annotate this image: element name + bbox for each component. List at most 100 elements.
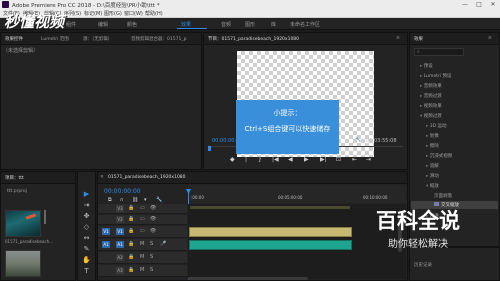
workspace-graphics[interactable]: 图形 [245, 21, 255, 28]
go-to-in-button[interactable]: |◀ [272, 156, 279, 163]
track-label-a1[interactable]: A1 [116, 241, 124, 248]
tree-item-audio-transitions[interactable]: ▸ 音频过渡 [420, 93, 442, 99]
eye-icon[interactable]: 👁 [150, 228, 156, 234]
track-label-v2[interactable]: V2 [116, 216, 124, 223]
track-label-v1[interactable]: V1 [116, 228, 124, 235]
mute-button[interactable]: M [140, 254, 144, 260]
sync-icon[interactable]: ▭ [140, 205, 145, 211]
lock-icon[interactable]: 🔒 [128, 205, 134, 211]
track-select-tool-icon[interactable]: ⇥ [78, 201, 95, 209]
panel-menu-icon[interactable]: ≡ [488, 36, 492, 41]
lift-button[interactable]: ⇤ [352, 156, 357, 163]
tree-item-page-peel[interactable]: 页面剥落 [434, 193, 452, 199]
mark-out-button[interactable]: } [258, 156, 262, 163]
tab-source[interactable]: 源：（无剪辑） [83, 36, 112, 42]
program-playhead[interactable] [208, 146, 211, 151]
menu-help[interactable]: 帮助(H) [145, 10, 163, 17]
workspace-editing[interactable]: 编辑 [98, 21, 108, 28]
hand-tool-icon[interactable]: ✋ [78, 256, 95, 264]
tab-effect-controls[interactable]: 效果控件 [5, 36, 23, 42]
clip-name[interactable]: 01571_paradisebeach... [5, 239, 53, 244]
effects-search-input[interactable]: ⌕ [414, 48, 464, 56]
type-tool-icon[interactable]: T [78, 267, 95, 275]
tree-item-audio-effects[interactable]: ▸ 音频效果 [420, 83, 442, 89]
workspace-audio[interactable]: 音频 [221, 21, 231, 28]
tab-project[interactable]: 项目：ttt [5, 175, 24, 181]
menu-sequence[interactable]: 序列(S) [64, 10, 81, 17]
tab-lumetri-scopes[interactable]: Lumetri 范围 [41, 36, 69, 42]
maximize-button[interactable]: □ [472, 0, 486, 9]
close-button[interactable]: ✕ [486, 0, 500, 9]
video-clip-v1[interactable] [189, 227, 352, 237]
audio-clip-a1[interactable] [189, 240, 352, 250]
lock-icon[interactable]: 🔒 [128, 216, 134, 222]
mute-button[interactable]: M [140, 267, 144, 273]
razor-tool-icon[interactable]: ◇ [78, 223, 95, 231]
workspace-color[interactable]: 颜色 [127, 21, 137, 28]
source-patch-v1[interactable]: V1 [102, 228, 110, 235]
close-tab-icon[interactable]: ✕ [100, 175, 104, 180]
track-label-a3[interactable]: A3 [116, 267, 124, 274]
tree-item-zoom[interactable]: ▾ 缩放 [426, 183, 439, 189]
tree-item-dissolve[interactable]: ▸ 溶解 [426, 163, 439, 169]
tree-item-iris[interactable]: ▸ 划像 [426, 133, 439, 139]
slip-tool-icon[interactable]: ↔ [78, 234, 95, 242]
clip-thumbnail-2[interactable] [5, 250, 41, 277]
lock-icon[interactable]: 🔒 [128, 267, 134, 273]
clip-thumbnail[interactable] [5, 210, 41, 237]
menu-window[interactable]: 窗口(W) [124, 10, 143, 17]
project-scrollbar[interactable] [44, 210, 46, 224]
snap-icon[interactable]: ∩ [120, 197, 124, 203]
lock-icon[interactable]: 🔒 [128, 241, 134, 247]
linked-selection-icon[interactable]: ⛓ [132, 197, 138, 203]
selection-tool-icon[interactable]: ▶ [78, 190, 95, 198]
solo-button[interactable]: S [150, 241, 153, 247]
eye-icon[interactable]: 👁 [150, 205, 156, 211]
menu-graphics[interactable]: 图形(G) [104, 10, 122, 17]
tree-item-presets[interactable]: ▸ 预设 [420, 63, 433, 69]
ripple-edit-tool-icon[interactable]: ✥ [78, 212, 95, 220]
tree-item-3d-motion[interactable]: ▸ 3D 运动 [426, 123, 446, 129]
export-frame-button[interactable]: ⊡ [336, 156, 341, 163]
workspace-assembly[interactable]: 组件 [66, 21, 76, 28]
work-area-bar[interactable] [190, 206, 350, 209]
add-marker-icon[interactable]: ▾ [144, 197, 147, 203]
step-back-button[interactable]: ◀ [288, 156, 293, 163]
tree-item-immersive-video[interactable]: ▸ 沉浸式视频 [426, 153, 452, 159]
tree-item-video-effects[interactable]: ▸ 视频效果 [420, 103, 442, 109]
timeline-settings-icon[interactable]: 🔧 [156, 197, 162, 203]
panel-menu-icon[interactable]: ≡ [396, 36, 400, 41]
tab-program[interactable]: 节目：01571_paradisebeach_1920x1080 [208, 36, 299, 42]
sync-icon[interactable]: ▭ [140, 228, 145, 234]
eye-icon[interactable]: 👁 [150, 216, 156, 222]
lock-icon[interactable]: 🔒 [128, 254, 134, 260]
add-marker-button[interactable]: ◆ [230, 156, 235, 163]
workspace-effects[interactable]: 效果 [181, 21, 191, 28]
tab-history[interactable]: 历史记录 [414, 262, 432, 268]
time-ruler[interactable]: :00:00 00:05:00:00 00:10:00:00 [188, 185, 406, 203]
tab-audio-clip-mixer[interactable]: 音频剪辑混合器：01571_p [131, 36, 186, 42]
wrench-icon[interactable]: 🔧 [355, 137, 361, 143]
minimize-button[interactable]: — [458, 0, 472, 9]
track-label-v3[interactable]: V3 [116, 205, 124, 212]
nest-icon[interactable]: ⧉ [108, 197, 112, 203]
mic-icon[interactable]: 🎤 [160, 241, 166, 247]
menu-marker[interactable]: 标记(M) [84, 10, 102, 17]
mark-in-button[interactable]: | [245, 156, 247, 163]
extract-button[interactable]: ⇥ [366, 156, 371, 163]
timeline-horizontal-scrollbar[interactable] [188, 277, 308, 280]
workspace-untitled[interactable]: 未命名工作区 [290, 21, 320, 28]
timeline-timecode[interactable]: 00:00:00:00 [104, 188, 141, 195]
source-patch-a1[interactable]: A1 [102, 241, 110, 248]
play-button[interactable]: ▶ [304, 156, 309, 163]
track-label-a2[interactable]: A2 [116, 254, 124, 261]
tree-item-video-transitions[interactable]: ▾ 视频过渡 [420, 113, 442, 119]
pen-tool-icon[interactable]: ✎ [78, 245, 95, 253]
solo-button[interactable]: S [150, 267, 153, 273]
mute-button[interactable]: M [140, 241, 144, 247]
sync-icon[interactable]: ▭ [140, 216, 145, 222]
solo-button[interactable]: S [150, 254, 153, 260]
tab-effects[interactable]: 效果 [414, 36, 423, 42]
go-to-out-button[interactable]: ▶| [320, 156, 327, 163]
workspace-libraries[interactable]: 库 [271, 21, 276, 28]
